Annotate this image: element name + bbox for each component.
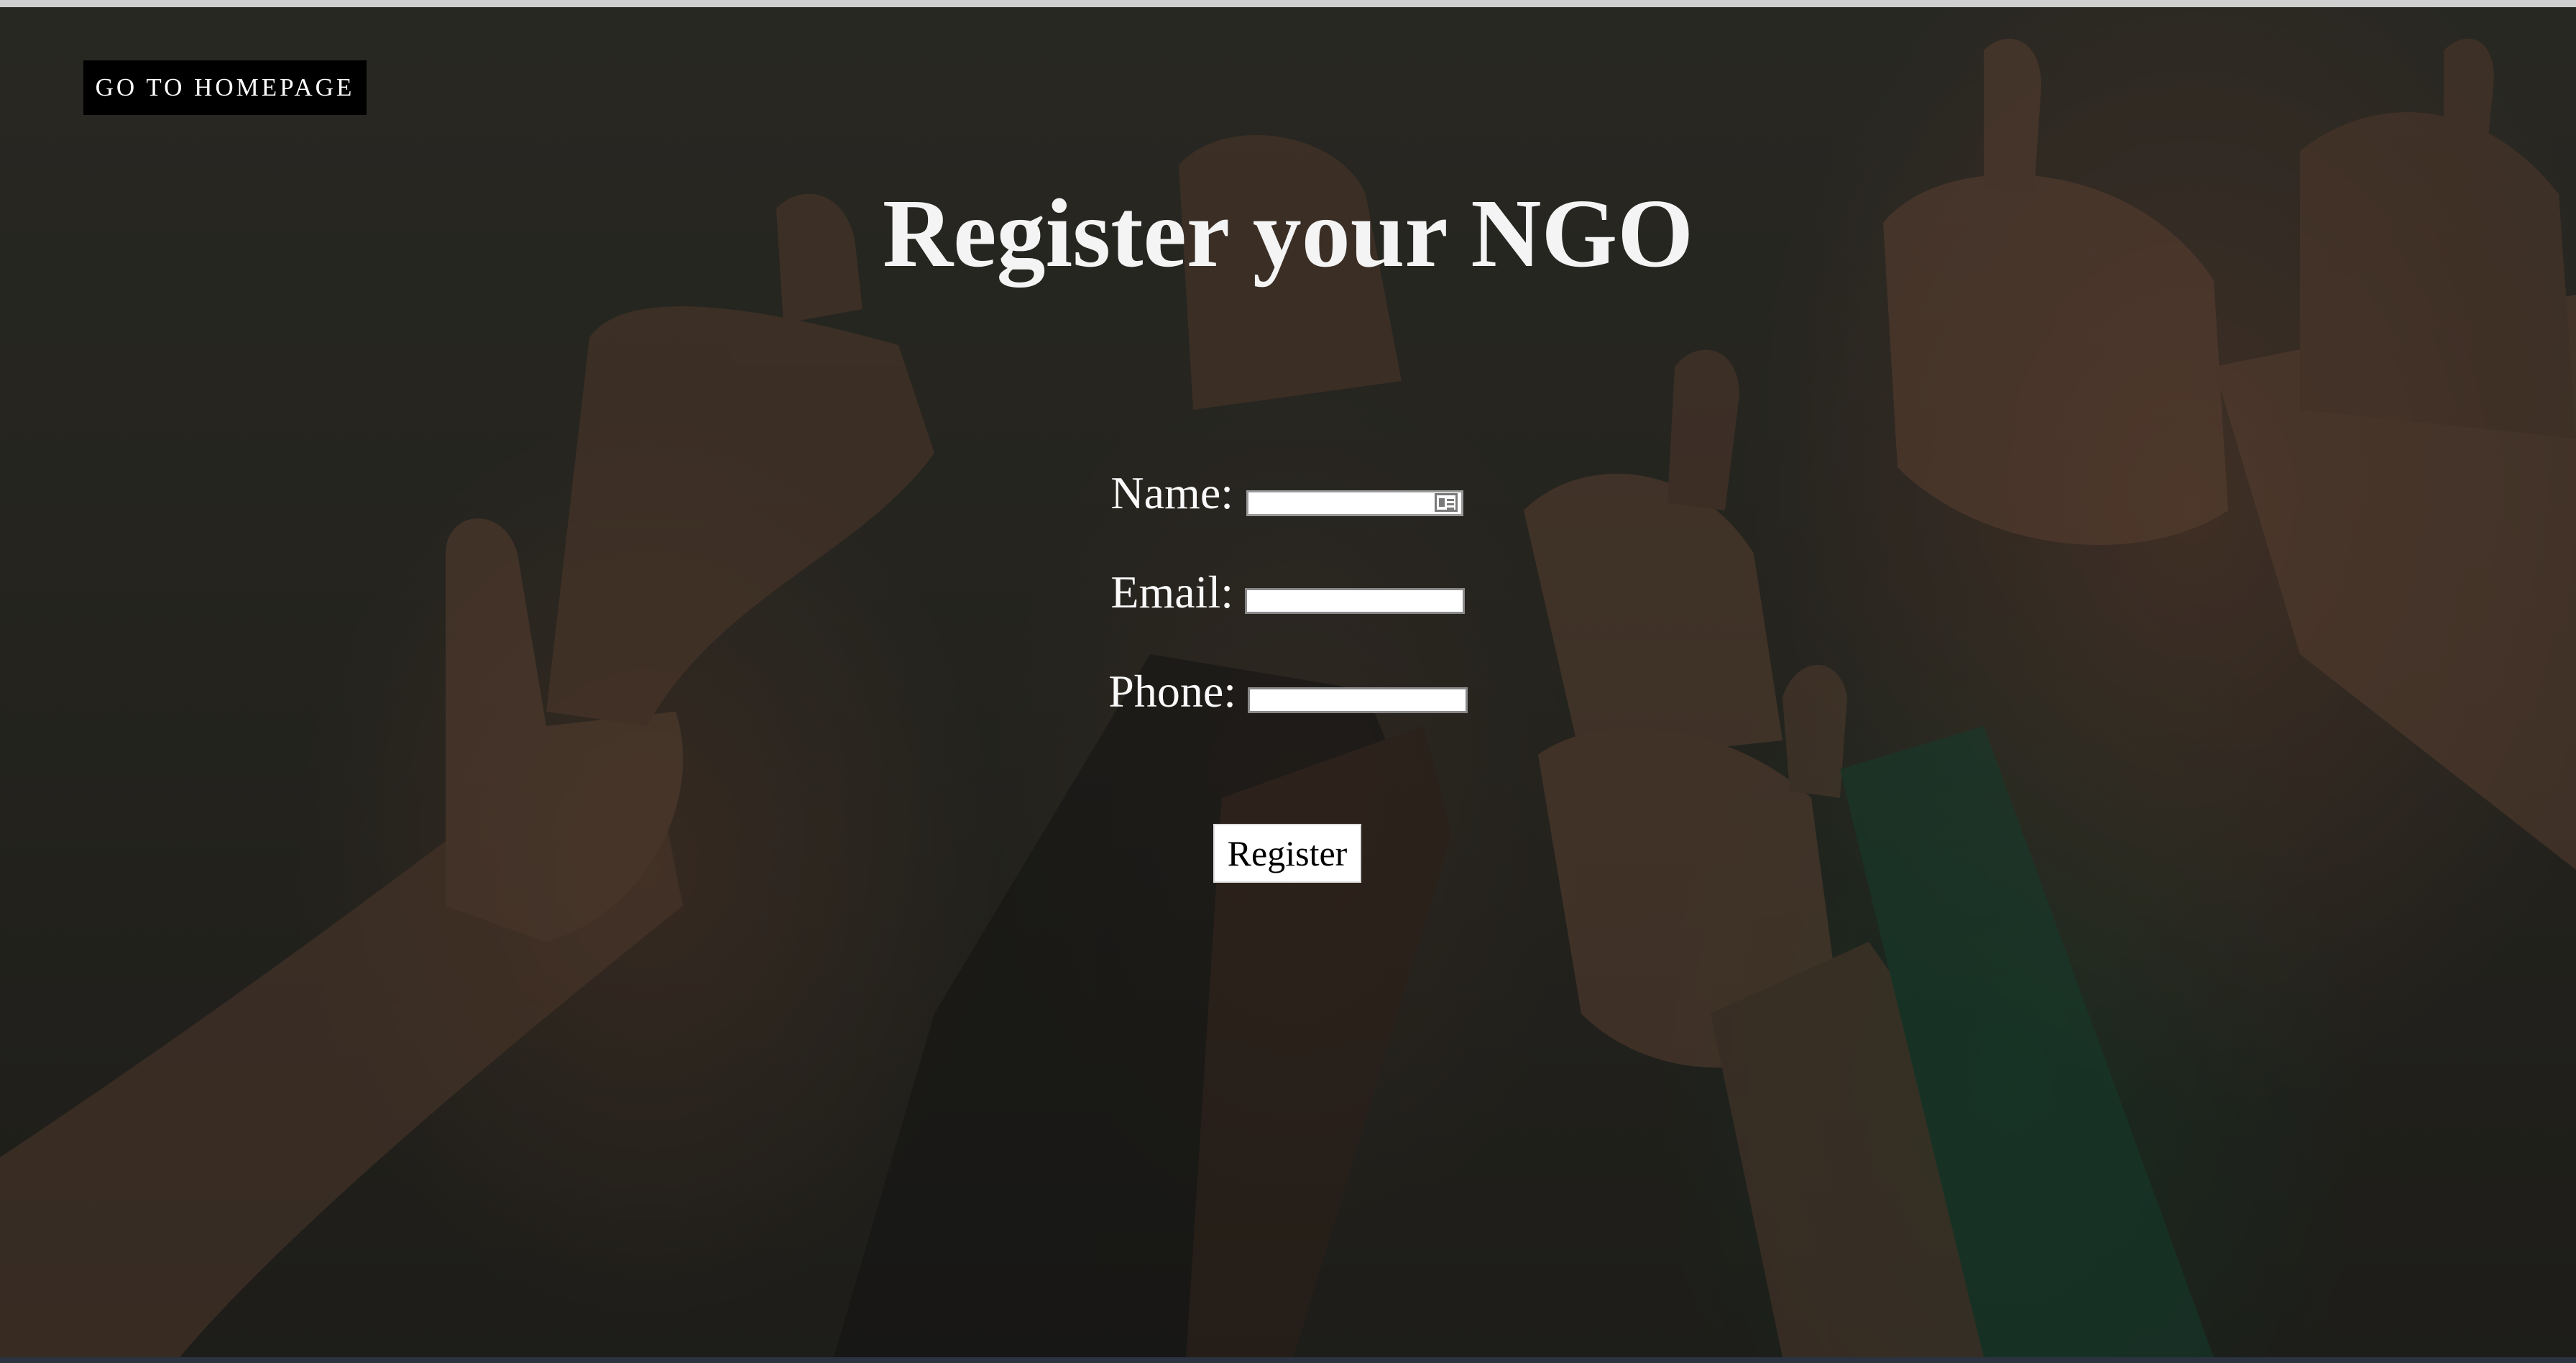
page-title: Register your NGO bbox=[882, 180, 1694, 288]
browser-top-edge bbox=[0, 0, 2576, 7]
phone-input[interactable] bbox=[1248, 687, 1468, 713]
go-to-homepage-button[interactable]: GO TO HOMEPAGE bbox=[83, 60, 367, 115]
name-input[interactable] bbox=[1246, 490, 1463, 516]
phone-label: Phone: bbox=[1108, 666, 1236, 717]
browser-bottom-edge bbox=[0, 1357, 2576, 1363]
register-button[interactable]: Register bbox=[1213, 824, 1361, 883]
email-label: Email: bbox=[1110, 566, 1233, 618]
name-label: Name: bbox=[1110, 467, 1233, 518]
contact-card-icon[interactable] bbox=[1435, 493, 1458, 512]
email-input[interactable] bbox=[1245, 588, 1465, 614]
page: GO TO HOMEPAGE Register your NGO Name: E… bbox=[0, 0, 2576, 1363]
